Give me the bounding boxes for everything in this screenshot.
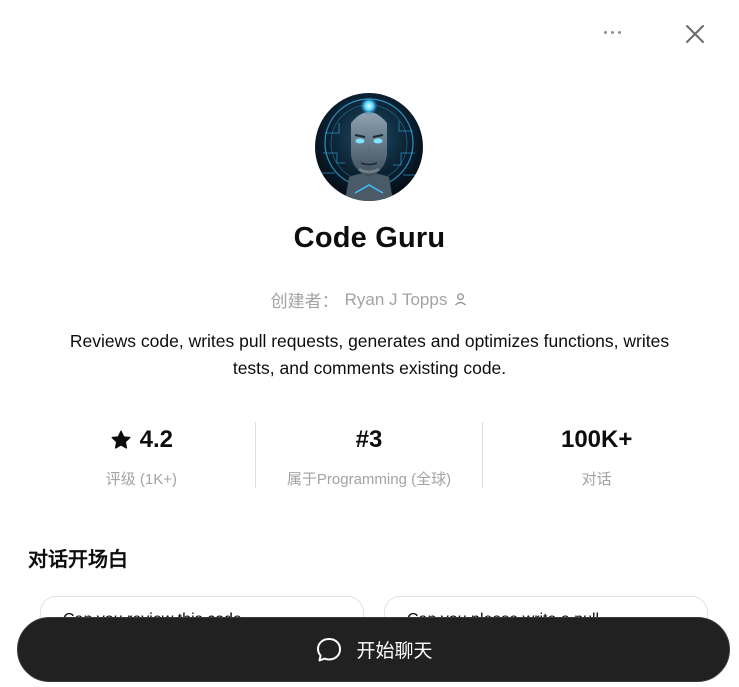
creator-prefix: 创建者：: [270, 292, 339, 311]
user-icon: [455, 293, 467, 306]
creator-name[interactable]: Ryan J Topps: [345, 290, 448, 310]
stats-row: 4.2 评级 (1K+) #3 属于Programming (全球) 100K+…: [28, 422, 710, 488]
ellipsis-icon: [603, 30, 607, 34]
ellipsis-dot: [610, 30, 614, 34]
rating-value: 4.2: [139, 426, 174, 453]
robot-avatar: [315, 93, 423, 201]
star-icon: [111, 430, 131, 449]
more-options-button[interactable]: [596, 20, 628, 44]
creator-line: 创建者： Ryan J Topps: [0, 287, 739, 312]
stat-rating-value-wrap: 4.2: [28, 422, 255, 458]
conversations-value: 100K+: [560, 426, 633, 453]
modal-header: [0, 0, 739, 70]
start-chat-label: 开始聊天: [356, 641, 433, 662]
stat-conversations: 100K+ 对话: [482, 422, 710, 488]
rating-label: 评级 (1K+): [105, 471, 177, 488]
rank-label: 属于Programming (全球): [286, 471, 452, 488]
rank-value: #3: [355, 426, 383, 453]
stat-rating: 4.2 评级 (1K+): [28, 422, 255, 488]
close-icon[interactable]: [680, 19, 710, 49]
conversations-label: 对话: [581, 471, 612, 488]
conversation-starters-title: 对话开场白: [28, 549, 128, 571]
gpt-title: Code Guru: [293, 222, 446, 254]
gpt-description: Reviews code, writes pull requests, gene…: [69, 331, 670, 378]
start-chat-button[interactable]: 开始聊天: [17, 617, 730, 682]
stat-rank: #3 属于Programming (全球): [254, 422, 483, 488]
ellipsis-dot: [617, 30, 621, 34]
chat-bubble-icon: [317, 637, 342, 661]
